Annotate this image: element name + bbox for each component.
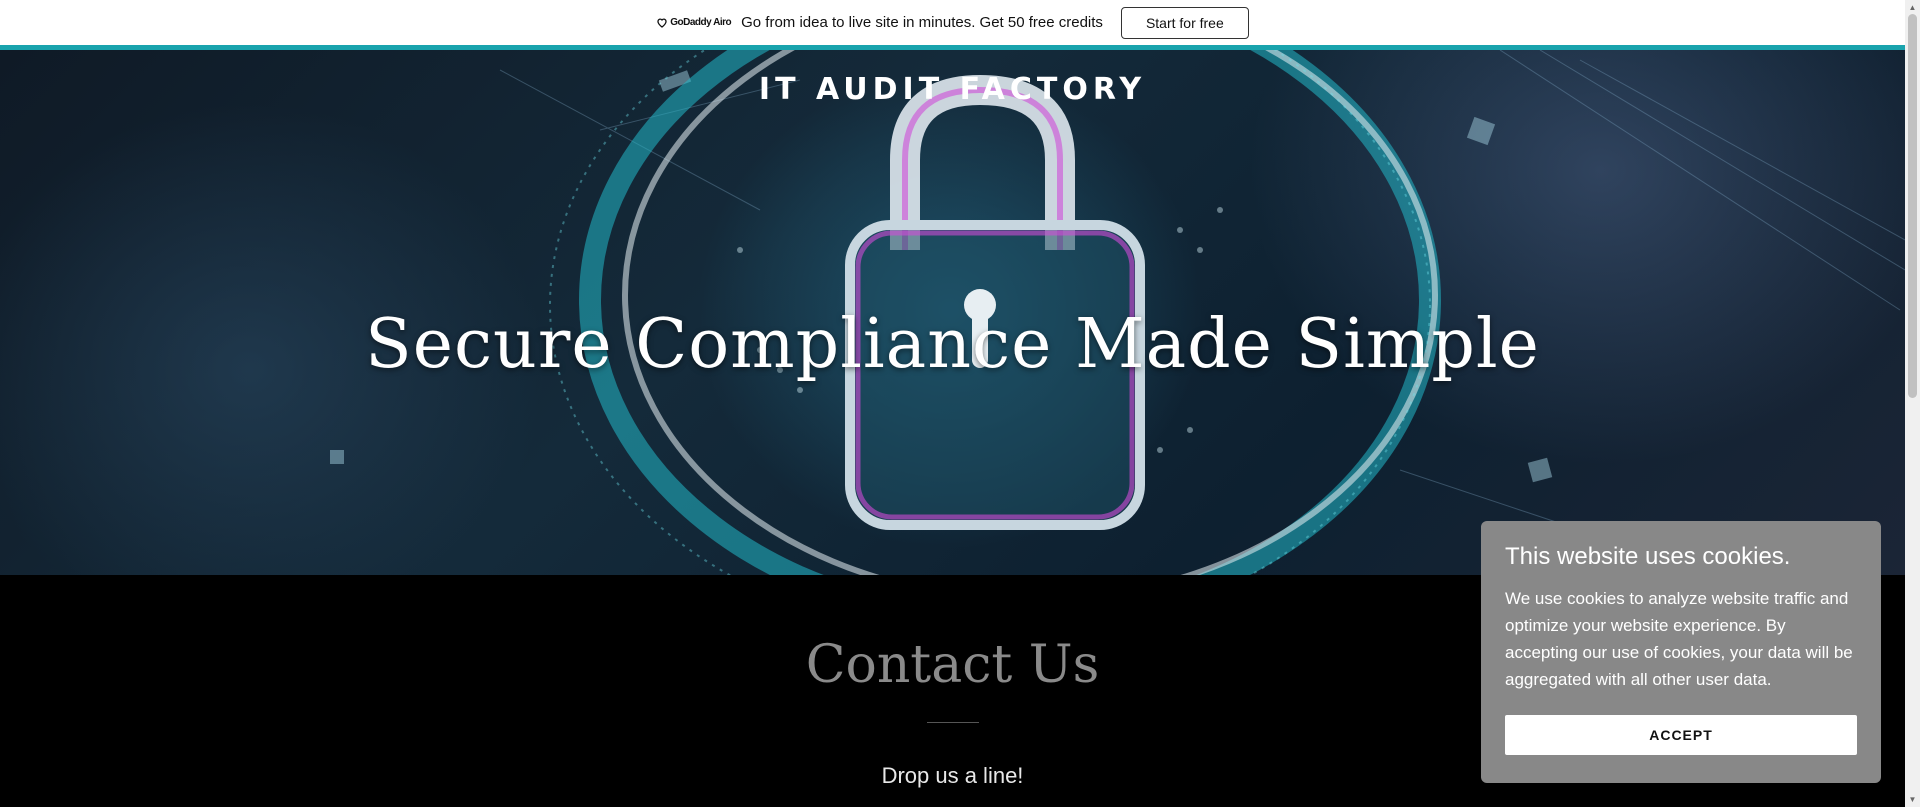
promo-text: Go from idea to live site in minutes. Ge… bbox=[741, 14, 1103, 31]
promo-bar: GoDaddy Airo Go from idea to live site i… bbox=[0, 0, 1905, 50]
scrollbar-thumb[interactable] bbox=[1908, 14, 1917, 398]
accept-cookies-button[interactable]: ACCEPT bbox=[1505, 715, 1857, 755]
start-for-free-button[interactable]: Start for free bbox=[1120, 6, 1249, 39]
cookie-banner: This website uses cookies. We use cookie… bbox=[1481, 521, 1881, 783]
godaddy-logo[interactable]: GoDaddy Airo bbox=[656, 17, 732, 29]
scroll-up-arrow-icon[interactable]: ▲ bbox=[1905, 0, 1920, 15]
hero-headline: Secure Compliance Made Simple bbox=[365, 305, 1540, 384]
site-title[interactable]: IT AUDIT FACTORY bbox=[0, 72, 1905, 107]
godaddy-logo-text: GoDaddy Airo bbox=[670, 17, 732, 28]
godaddy-logo-icon bbox=[657, 18, 667, 28]
cookie-banner-text: We use cookies to analyze website traffi… bbox=[1505, 589, 1853, 689]
page-scrollbar[interactable]: ▲ ▼ bbox=[1905, 0, 1920, 807]
cookie-banner-title: This website uses cookies. bbox=[1505, 543, 1791, 570]
divider bbox=[927, 722, 979, 723]
hero-section: IT AUDIT FACTORY Secure Compliance Made … bbox=[0, 50, 1905, 575]
scroll-down-arrow-icon[interactable]: ▼ bbox=[1905, 792, 1920, 807]
